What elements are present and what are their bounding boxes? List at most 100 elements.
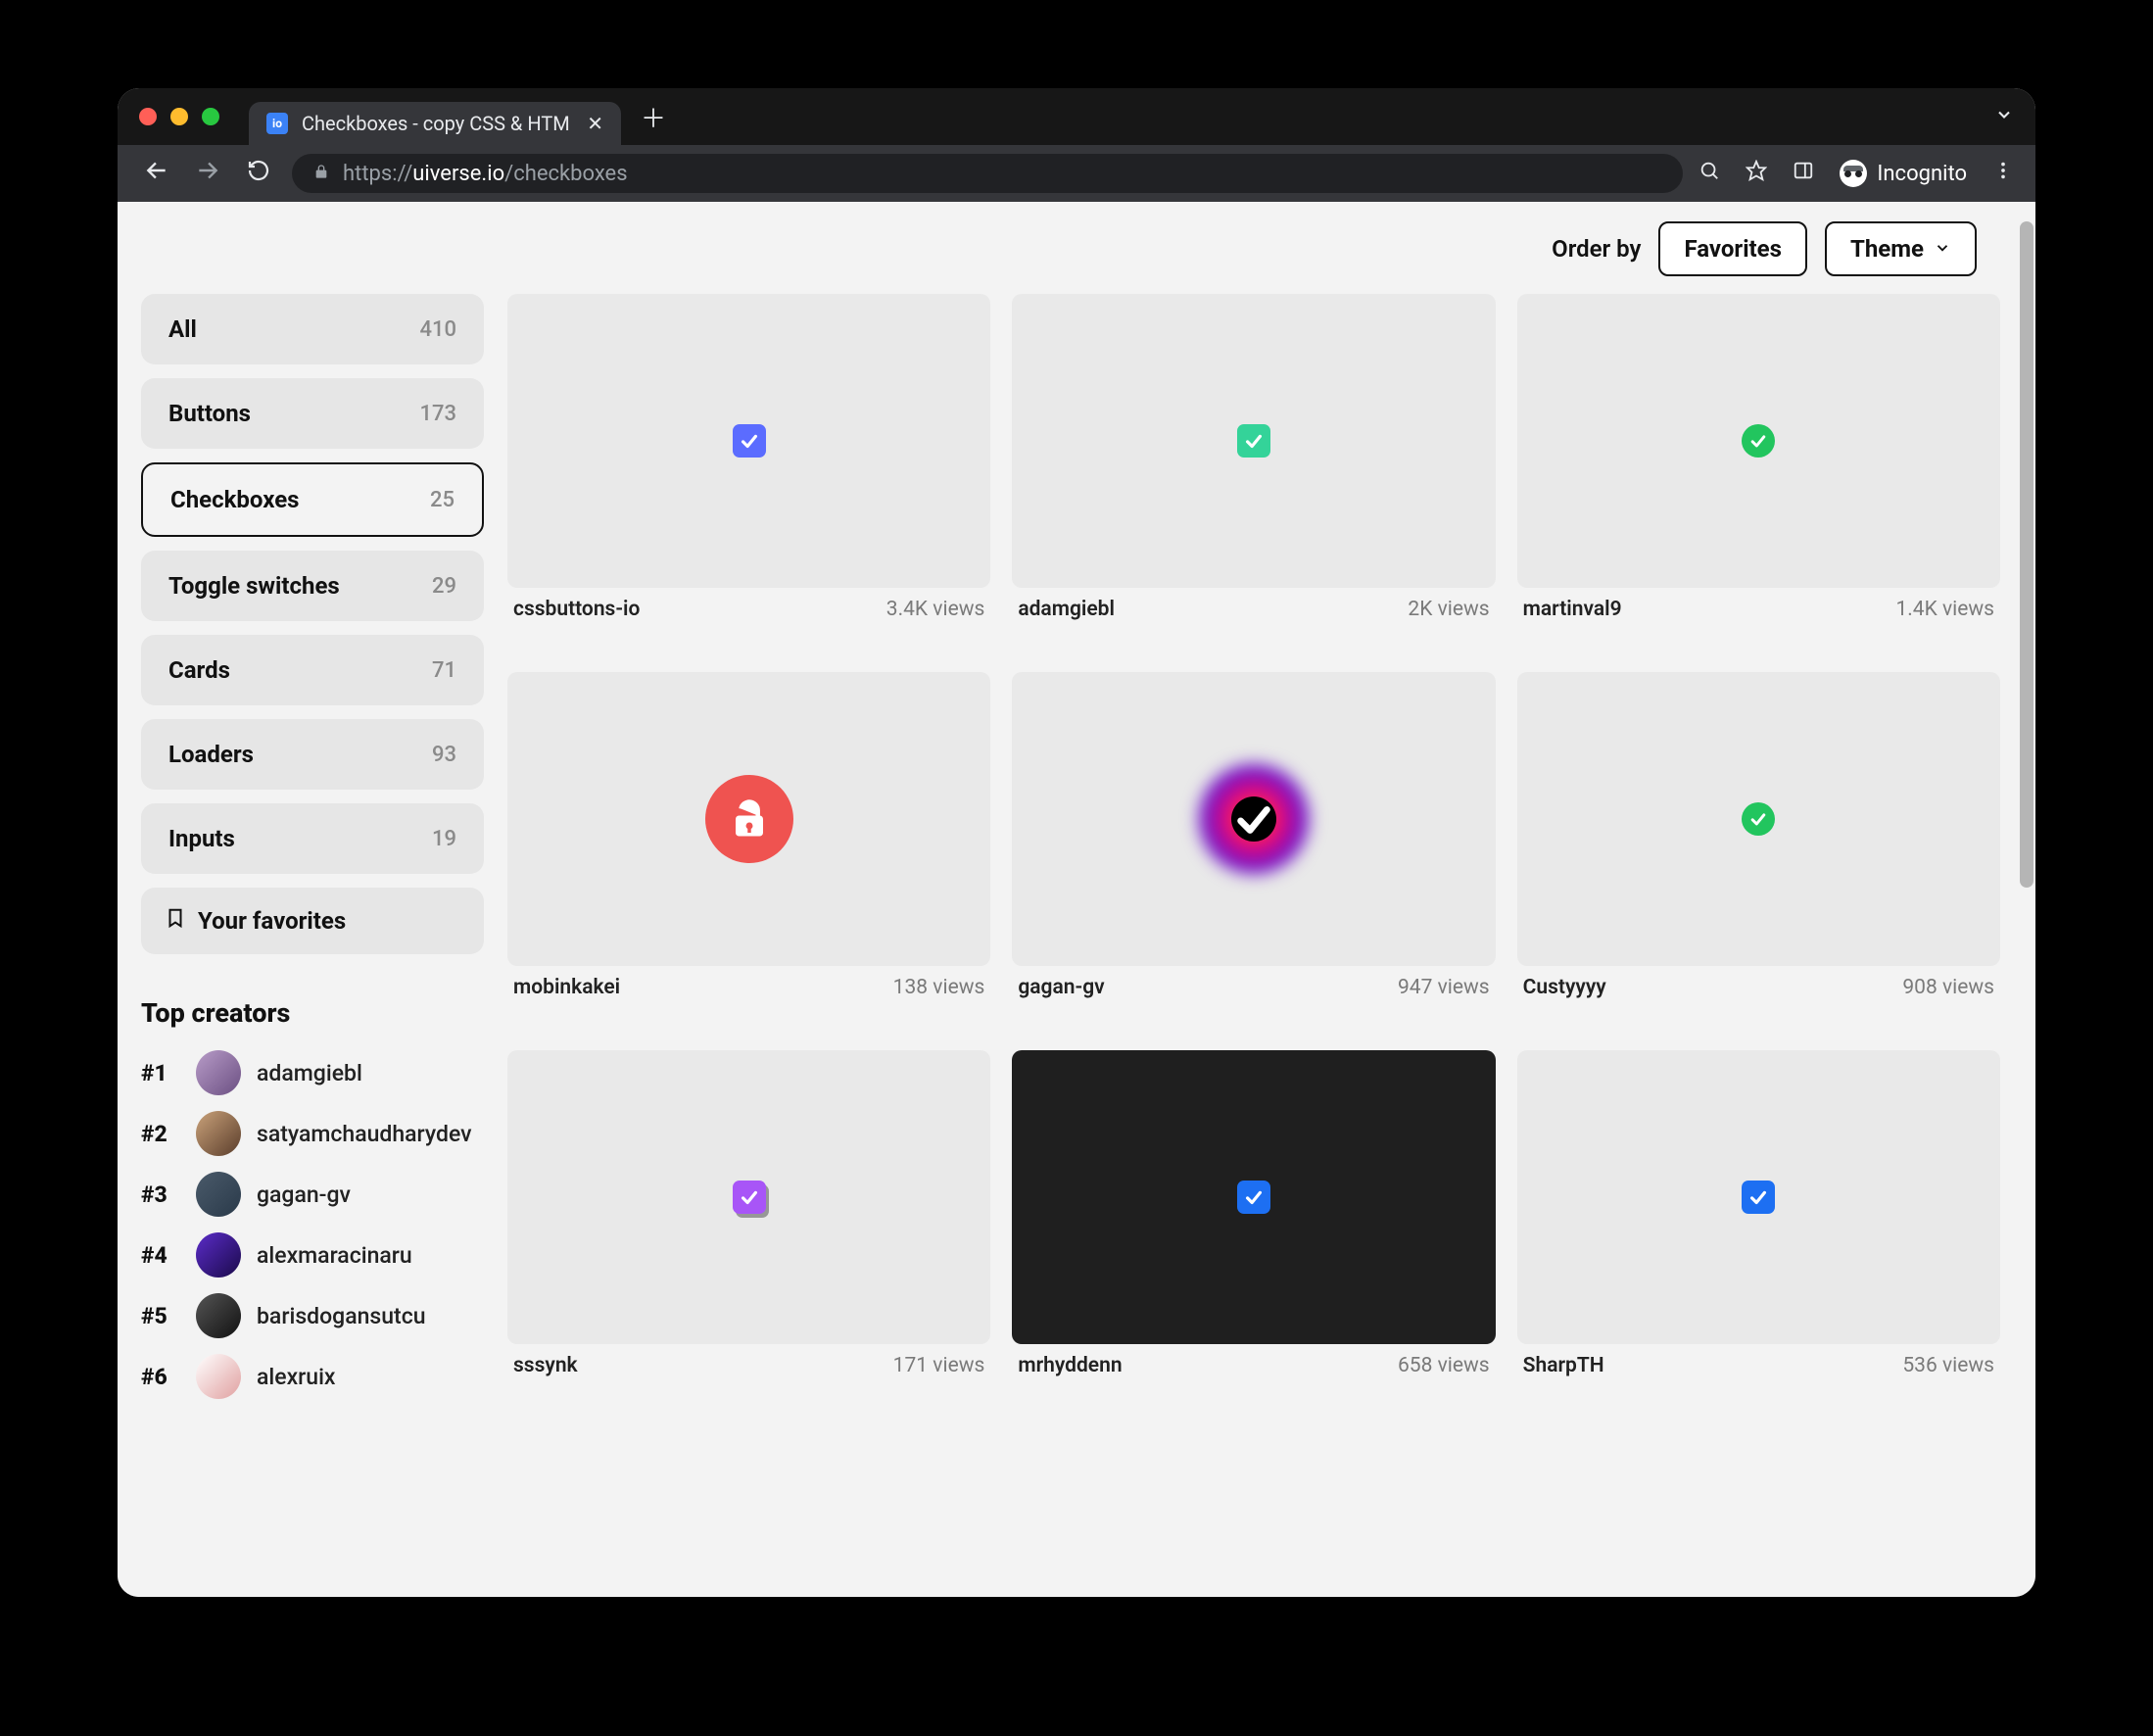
top-creators: Top creators #1adamgiebl#2satyamchaudhar… [141,997,484,1407]
component-preview[interactable] [1012,294,1495,588]
incognito-icon [1840,160,1867,187]
component-author[interactable]: sssynk [513,1354,578,1377]
checkbox-icon [1742,424,1775,458]
sidebar: All410 Buttons173 Checkboxes25 Toggle switc… [141,294,484,1407]
scrollbar[interactable] [2020,221,2033,888]
component-card[interactable]: martinval9 1.4K views [1517,294,2000,651]
creator-row[interactable]: #1 adamgiebl [141,1042,484,1103]
component-views: 658 views [1398,1354,1490,1377]
bookmark-star-icon[interactable] [1746,160,1767,187]
component-views: 908 views [1902,976,1994,999]
sidebar-item-count: 71 [432,658,456,683]
kebab-menu-icon[interactable] [1992,160,2014,187]
forward-button[interactable] [190,158,225,189]
sidebar-item-toggle-switches[interactable]: Toggle switches29 [141,551,484,621]
component-preview[interactable] [1012,1050,1495,1344]
component-author[interactable]: gagan-gv [1018,976,1104,999]
avatar [196,1111,241,1156]
theme-button[interactable]: Theme [1825,221,1977,276]
component-card[interactable]: Custyyyy 908 views [1517,672,2000,1029]
component-author[interactable]: cssbuttons-io [513,598,640,621]
component-meta: mrhyddenn 658 views [1012,1344,1495,1377]
component-card[interactable]: sssynk 171 views [507,1050,990,1407]
browser-window: io Checkboxes - copy CSS & HTM ✕ ＋ https… [118,88,2035,1597]
sidebar-item-label: Buttons [168,400,251,427]
checkbox-icon [1195,760,1313,878]
minimize-window-button[interactable] [170,108,188,125]
component-author[interactable]: Custyyyy [1523,976,1606,999]
creator-rank: #2 [141,1121,180,1147]
component-card[interactable]: SharpTH 536 views [1517,1050,2000,1407]
component-views: 171 views [893,1354,985,1377]
back-button[interactable] [139,158,174,189]
sidebar-item-count: 93 [432,743,456,767]
sort-button[interactable]: Favorites [1658,221,1807,276]
creator-name: alexmaracinaru [257,1242,412,1269]
sidebar-item-count: 410 [419,317,456,342]
close-window-button[interactable] [139,108,157,125]
creator-row[interactable]: #3gagan-gv [141,1164,484,1225]
search-icon[interactable] [1698,160,1720,187]
sidebar-item-cards[interactable]: Cards71 [141,635,484,705]
sidebar-item-label: Toggle switches [168,572,340,600]
tab-title: Checkboxes - copy CSS & HTM [302,112,573,135]
lock-icon [705,775,793,863]
window-controls [139,88,219,145]
component-views: 2K views [1408,598,1489,621]
creator-name: adamgiebl [257,1060,362,1086]
url: https://uiverse.io/checkboxes [343,162,628,186]
sidebar-item-loaders[interactable]: Loaders 93 [141,719,484,790]
avatar [196,1293,241,1338]
component-preview[interactable] [507,294,990,588]
component-author[interactable]: SharpTH [1523,1354,1604,1377]
component-views: 138 views [893,976,985,999]
chevron-down-icon [1934,235,1951,263]
sidebar-item-label: Loaders [168,741,254,768]
component-preview[interactable] [1012,672,1495,966]
component-author[interactable]: mrhyddenn [1018,1354,1122,1377]
maximize-window-button[interactable] [202,108,219,125]
incognito-label: Incognito [1877,162,1967,186]
browser-tab[interactable]: io Checkboxes - copy CSS & HTM ✕ [249,102,621,145]
component-preview[interactable] [507,1050,990,1344]
creator-rank: #1 [141,1060,180,1086]
tab-close-icon[interactable]: ✕ [587,112,603,135]
page-content: Order by Favorites Theme All410Buttons17… [118,202,2035,1597]
component-card[interactable]: mrhyddenn 658 views [1012,1050,1495,1407]
component-preview[interactable] [1517,672,2000,966]
sidebar-item-count: 19 [432,827,456,851]
creator-row[interactable]: #6alexruix [141,1346,484,1407]
sidebar-item-buttons[interactable]: Buttons173 [141,378,484,449]
sidebar-item-inputs[interactable]: Inputs19 [141,803,484,874]
incognito-indicator[interactable]: Incognito [1840,160,1967,187]
component-meta: cssbuttons-io 3.4K views [507,588,990,621]
sidebar-item-count: 25 [430,488,455,512]
address-bar[interactable]: https://uiverse.io/checkboxes [292,154,1683,193]
creator-row[interactable]: #4alexmaracinaru [141,1225,484,1285]
component-preview[interactable] [1517,294,2000,588]
creator-row[interactable]: #5barisdogansutcu [141,1285,484,1346]
component-card[interactable]: cssbuttons-io 3.4K views [507,294,990,651]
component-card[interactable]: gagan-gv 947 views [1012,672,1495,1029]
sidebar-item-all[interactable]: All410 [141,294,484,364]
component-views: 536 views [1902,1354,1994,1377]
toolbar-icons: Incognito [1698,160,2014,187]
tabs-dropdown-icon[interactable] [1994,105,2014,128]
new-tab-button[interactable]: ＋ [621,99,686,135]
reload-button[interactable] [241,159,276,188]
component-preview[interactable] [507,672,990,966]
sidebar-item-checkboxes[interactable]: Checkboxes25 [141,462,484,537]
component-meta: mobinkakei 138 views [507,966,990,999]
component-author[interactable]: martinval9 [1523,598,1622,621]
component-preview[interactable] [1517,1050,2000,1344]
component-author[interactable]: adamgiebl [1018,598,1115,621]
component-card[interactable]: mobinkakei 138 views [507,672,990,1029]
sidebar-favorites[interactable]: Your favorites [141,888,484,954]
creator-row[interactable]: #2satyamchaudharydev [141,1103,484,1164]
component-card[interactable]: adamgiebl 2K views [1012,294,1495,651]
component-meta: SharpTH 536 views [1517,1344,2000,1377]
checkbox-icon [733,424,766,458]
panel-icon[interactable] [1793,160,1814,187]
avatar [196,1050,241,1095]
component-author[interactable]: mobinkakei [513,976,620,999]
